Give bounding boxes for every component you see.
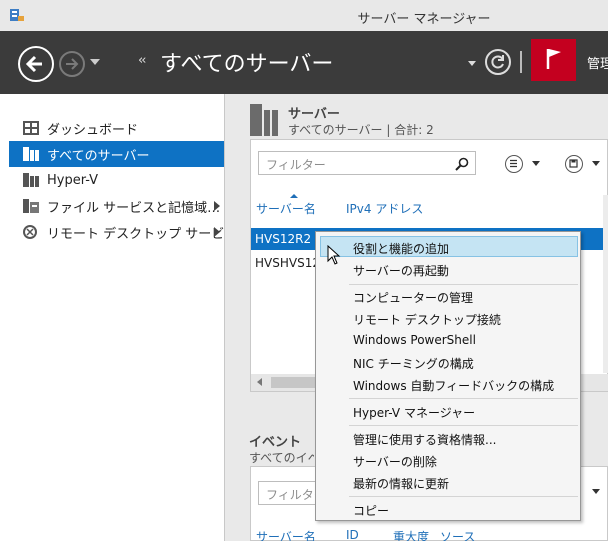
- sidebar-item-all-servers[interactable]: すべてのサーバー: [9, 141, 224, 167]
- history-dropdown-icon[interactable]: [90, 59, 100, 65]
- menu-item-windows-powershell[interactable]: Windows PowerShell: [353, 333, 476, 347]
- menu-item-remote-desktop-connection[interactable]: リモート デスクトップ接続: [353, 311, 501, 328]
- events-tile-subtitle: すべてのイベント: [249, 451, 314, 465]
- sidebar-item-label: ファイル サービスと記憶域…: [47, 200, 221, 216]
- chevron-down-icon[interactable]: [592, 161, 600, 166]
- sidebar-item-label: ダッシュボード: [47, 122, 139, 138]
- menu-item-computer-management[interactable]: コンピューターの管理: [353, 289, 473, 306]
- chevron-down-icon[interactable]: [592, 489, 600, 494]
- column-header-ipv4[interactable]: IPv4 アドレス: [346, 200, 423, 217]
- forward-button[interactable]: [59, 51, 85, 77]
- servers-tile-title: サーバー: [288, 107, 340, 122]
- sidebar-item-dashboard[interactable]: ダッシュボード: [9, 115, 224, 141]
- menu-separator: [349, 398, 578, 399]
- header-bar: ‹‹ すべてのサーバー 管理: [0, 31, 608, 94]
- manage-menu[interactable]: 管理: [587, 53, 608, 72]
- context-menu: 役割と機能の追加 サーバーの再起動 コンピューターの管理 リモート デスクトップ…: [315, 231, 581, 521]
- menu-separator: [349, 284, 578, 285]
- server-name-cell: HVS12R2: [255, 232, 312, 246]
- menu-item-add-roles-features[interactable]: 役割と機能の追加: [353, 240, 449, 257]
- servers-tile-icon: [250, 104, 278, 136]
- filter-placeholder: フィルター: [266, 158, 326, 172]
- sidebar-item-file-storage[interactable]: ファイル サービスと記憶域…: [9, 193, 224, 219]
- chevron-down-icon[interactable]: [532, 161, 540, 166]
- sort-ascending-icon: [290, 194, 298, 198]
- chevron-right-icon[interactable]: [214, 227, 220, 237]
- menu-item-restart-server[interactable]: サーバーの再起動: [353, 262, 449, 279]
- scroll-left-icon[interactable]: [257, 378, 262, 386]
- refresh-button[interactable]: [485, 49, 511, 75]
- events-tile-title: イベント: [249, 435, 302, 450]
- list-view-options-button[interactable]: [505, 155, 523, 173]
- flag-icon: [536, 49, 561, 81]
- menu-item-copy[interactable]: コピー: [353, 502, 389, 519]
- arrow-right-icon: [66, 58, 79, 70]
- column-header-severity[interactable]: 重大度: [393, 528, 429, 541]
- header-separator: [520, 51, 522, 73]
- remote-desktop-icon: [23, 225, 37, 239]
- all-servers-icon: [23, 147, 39, 161]
- dashboard-icon: [23, 121, 39, 135]
- column-header-source[interactable]: ソース: [440, 528, 475, 541]
- title-bar: サーバー マネージャー: [0, 0, 608, 31]
- menu-item-windows-feedback[interactable]: Windows 自動フィードバックの構成: [353, 377, 554, 394]
- arrow-left-icon: [25, 55, 42, 73]
- menu-item-nic-teaming[interactable]: NIC チーミングの構成: [353, 355, 474, 372]
- sidebar-item-label: Hyper-V: [47, 172, 99, 188]
- menu-item-refresh[interactable]: 最新の情報に更新: [353, 475, 449, 492]
- menu-separator: [349, 425, 578, 426]
- column-header-server-name[interactable]: サーバー名: [256, 528, 316, 541]
- hyper-v-icon: [23, 173, 39, 187]
- sidebar-item-remote-desktop[interactable]: リモート デスクトップ サービス: [9, 219, 237, 245]
- mouse-cursor-icon: [327, 245, 341, 265]
- search-icon[interactable]: [455, 157, 469, 171]
- vertical-scrollbar[interactable]: [603, 195, 608, 373]
- servers-filter-input[interactable]: フィルター: [258, 151, 476, 175]
- back-button[interactable]: [18, 46, 54, 82]
- refresh-icon: [491, 55, 504, 69]
- breadcrumb-arrows[interactable]: ‹‹: [138, 53, 147, 68]
- breadcrumb-dropdown-icon[interactable]: [468, 61, 476, 66]
- column-header-server-name[interactable]: サーバー名: [256, 200, 316, 217]
- notifications-flag-button[interactable]: [531, 39, 576, 81]
- save-icon: [569, 159, 578, 168]
- list-icon: [510, 159, 517, 168]
- save-query-button[interactable]: [565, 155, 583, 173]
- window-title: サーバー マネージャー: [357, 12, 491, 27]
- file-storage-icon: [23, 199, 39, 213]
- menu-item-hyper-v-manager[interactable]: Hyper-V マネージャー: [353, 404, 475, 421]
- menu-item-remove-server[interactable]: サーバーの削除: [353, 453, 437, 470]
- servers-tile-subtitle: すべてのサーバー | 合計: 2: [288, 123, 434, 137]
- sidebar-item-label: すべてのサーバー: [47, 148, 150, 164]
- column-header-id[interactable]: ID: [346, 528, 359, 541]
- menu-item-manage-credentials[interactable]: 管理に使用する資格情報...: [353, 431, 496, 448]
- menu-separator: [349, 496, 578, 497]
- chevron-right-icon[interactable]: [214, 201, 220, 211]
- sidebar-item-hyper-v[interactable]: Hyper-V: [9, 167, 224, 193]
- sidebar-item-label: リモート デスクトップ サービス: [47, 226, 238, 242]
- page-title: すべてのサーバー: [160, 52, 334, 77]
- server-name-cell: HVSHVS12: [255, 256, 320, 270]
